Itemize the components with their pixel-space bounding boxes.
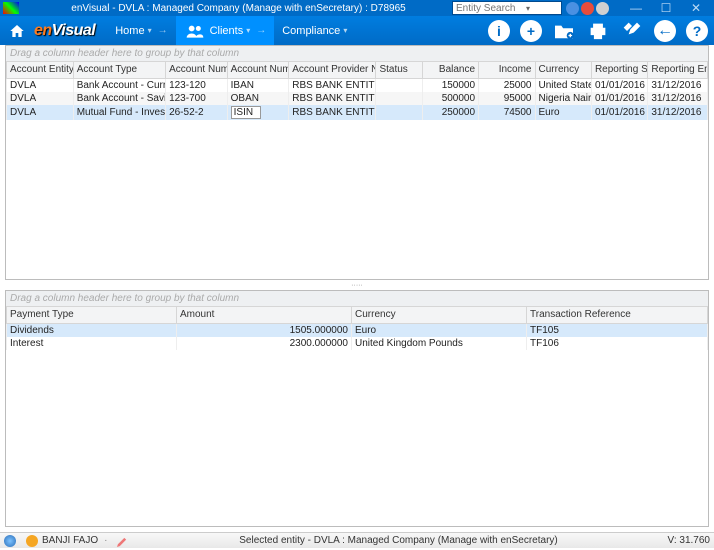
status-user: BANJI FAJO [42,535,98,546]
menu-clients-label: Clients [210,25,244,37]
forward-icon[interactable]: → [256,25,266,36]
payments-table[interactable]: Payment Type Amount Currency Transaction… [6,307,708,350]
col-amount[interactable]: Amount [177,307,352,323]
col-ptype[interactable]: Payment Type [7,307,177,323]
table-row[interactable]: DVLAMutual Fund - Investment26-52-2ISINR… [7,105,708,120]
col-type[interactable]: Account Type [73,62,165,78]
col-currency[interactable]: Currency [535,62,591,78]
menu-compliance[interactable]: Compliance▾ [274,16,355,45]
col-pcurrency[interactable]: Currency [352,307,527,323]
window-controls: — ☐ ✕ [621,1,711,15]
status-entity: Selected entity - DVLA : Managed Company… [129,535,667,546]
home-icon[interactable] [6,20,28,42]
close-button[interactable]: ✕ [681,1,711,15]
titlebar-quick-icons [566,2,609,15]
col-income[interactable]: Income [479,62,535,78]
back-button[interactable]: ← [654,20,676,42]
table-row[interactable]: DVLABank Account - Savings123-700OBANRBS… [7,92,708,105]
chevron-down-icon[interactable]: ▾ [526,4,530,13]
print-button[interactable] [586,19,610,43]
table-row[interactable]: DVLABank Account - Current123-120IBANRBS… [7,78,708,92]
forward-icon[interactable]: → [158,25,168,36]
status-bar: BANJI FAJO · Selected entity - DVLA : Ma… [0,532,714,548]
col-provider[interactable]: Account Provider Name [289,62,376,78]
col-entity[interactable]: Account Entity Nam [7,62,74,78]
menu-home[interactable]: Home▾→ [107,16,175,45]
edit-icon[interactable] [117,536,129,546]
main-navbar: enVisual Home▾→ Clients▾→ Compliance▾ i … [0,16,714,45]
app-icon [3,2,19,14]
search-icon[interactable] [566,2,579,15]
menu-home-label: Home [115,25,144,37]
col-ref[interactable]: Transaction Reference [527,307,708,323]
entity-search-box[interactable]: ▾ [452,1,562,15]
col-end[interactable]: Reporting End Da [648,62,708,78]
help-button[interactable]: ? [686,20,708,42]
clear-icon[interactable] [581,2,594,15]
col-status[interactable]: Status [376,62,422,78]
col-start[interactable]: Reporting Start D [591,62,647,78]
payments-panel: Drag a column header here to group by th… [5,290,709,527]
entity-search-input[interactable] [456,3,526,14]
accounts-table[interactable]: Account Entity Nam Account Type Account … [6,62,708,120]
app-logo: enVisual [34,22,95,40]
accounts-panel: Drag a column header here to group by th… [5,45,709,280]
maximize-button[interactable]: ☐ [651,1,681,15]
table-row[interactable]: Dividends1505.000000EuroTF105 [7,323,708,337]
clients-icon [184,20,206,42]
tools-button[interactable] [620,19,644,43]
group-by-bar-bottom[interactable]: Drag a column header here to group by th… [6,291,708,307]
user-icon [26,535,38,547]
col-accnum[interactable]: Account Number [166,62,228,78]
status-version: V: 31.760 [668,535,710,546]
menu-compliance-label: Compliance [282,25,340,37]
table-row[interactable]: Interest2300.000000United Kingdom Pounds… [7,337,708,350]
folder-button[interactable] [552,19,576,43]
info-button[interactable]: i [488,20,510,42]
col-accnum2[interactable]: Account Number [227,62,289,78]
group-by-bar-top[interactable]: Drag a column header here to group by th… [6,46,708,62]
minimize-button[interactable]: — [621,1,651,15]
content-area: Drag a column header here to group by th… [5,45,709,528]
add-button[interactable]: + [520,20,542,42]
menu-clients[interactable]: Clients▾→ [176,16,275,45]
col-balance[interactable]: Balance [422,62,478,78]
globe-icon[interactable] [4,535,16,547]
window-title: enVisual - DVLA : Managed Company (Manag… [25,3,452,14]
window-titlebar: enVisual - DVLA : Managed Company (Manag… [0,0,714,16]
splitter-handle[interactable]: ····· [5,282,709,288]
gear-icon[interactable] [596,2,609,15]
